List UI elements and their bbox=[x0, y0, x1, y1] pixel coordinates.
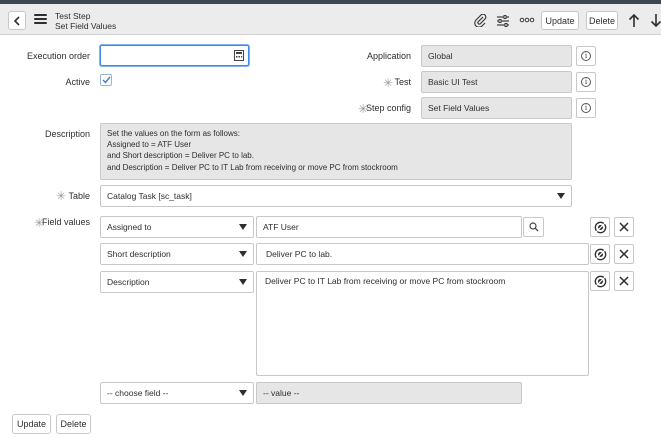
assigned-to-value: ATF User bbox=[263, 222, 299, 232]
dynamic-value-button[interactable] bbox=[590, 271, 610, 291]
field-values-label: Field values bbox=[41, 217, 90, 227]
description-line: and Description = Deliver PC to IT Lab f… bbox=[107, 162, 398, 172]
close-icon bbox=[619, 276, 629, 286]
checkmark-icon bbox=[102, 76, 111, 84]
close-icon bbox=[619, 222, 629, 232]
title-line-2: Set Field Values bbox=[55, 20, 117, 31]
form-header: Test Step Set Field Values Update Delete bbox=[0, 4, 661, 35]
remove-row-button[interactable] bbox=[614, 244, 634, 264]
calculator-icon bbox=[234, 50, 244, 61]
dynamic-value-button[interactable] bbox=[590, 217, 610, 237]
close-icon bbox=[619, 249, 629, 259]
active-checkbox[interactable] bbox=[100, 74, 112, 86]
execution-order-label: Execution order bbox=[26, 51, 90, 61]
dropdown-arrow-icon bbox=[239, 224, 247, 230]
application-info-button[interactable]: i bbox=[576, 46, 596, 66]
description-label: Description bbox=[44, 129, 90, 139]
application-label: Application bbox=[366, 51, 411, 61]
step-config-info-button[interactable]: i bbox=[576, 98, 596, 118]
delete-button[interactable]: Delete bbox=[586, 11, 618, 30]
dropdown-arrow-icon bbox=[239, 390, 247, 396]
page-title: Test Step Set Field Values bbox=[55, 11, 117, 31]
short-description-value: Deliver PC to lab. bbox=[266, 249, 333, 259]
test-field: Basic UI Test bbox=[421, 71, 572, 93]
lookup-button[interactable] bbox=[523, 217, 544, 237]
update-button[interactable]: Update bbox=[541, 11, 579, 30]
dropdown-arrow-icon bbox=[557, 193, 565, 199]
hamburger-menu-icon[interactable] bbox=[34, 14, 47, 24]
table-select[interactable]: Catalog Task [sc_task] bbox=[100, 185, 572, 207]
more-options-icon[interactable] bbox=[519, 13, 535, 27]
required-marker: ✳ bbox=[56, 189, 67, 203]
assigned-to-input[interactable]: ATF User bbox=[256, 216, 522, 238]
description-textarea-value: Deliver PC to IT Lab from receiving or m… bbox=[265, 276, 506, 286]
description-textarea[interactable]: Deliver PC to IT Lab from receiving or m… bbox=[256, 271, 589, 376]
step-config-field: Set Field Values bbox=[421, 97, 572, 119]
test-info-button[interactable]: i bbox=[576, 72, 596, 92]
chevron-left-icon bbox=[13, 15, 20, 26]
choose-field-select[interactable]: -- choose field -- bbox=[100, 382, 254, 404]
search-icon bbox=[528, 222, 538, 232]
data-pill-icon bbox=[594, 248, 606, 260]
info-icon: i bbox=[581, 51, 591, 61]
table-select-value: Catalog Task [sc_task] bbox=[107, 191, 192, 201]
data-pill-icon bbox=[594, 221, 606, 233]
arrow-up-icon[interactable] bbox=[627, 11, 641, 29]
footer-delete-button[interactable]: Delete bbox=[56, 414, 91, 434]
field-select-description[interactable]: Description bbox=[100, 271, 254, 293]
info-icon: i bbox=[581, 77, 591, 87]
table-label: Table bbox=[68, 191, 90, 201]
dropdown-arrow-icon bbox=[239, 279, 247, 285]
dynamic-value-button[interactable] bbox=[590, 244, 610, 264]
new-value-input[interactable]: -- value -- bbox=[256, 382, 522, 404]
execution-order-input[interactable] bbox=[100, 45, 249, 66]
step-config-label: Step config bbox=[365, 103, 411, 113]
short-description-input[interactable]: Deliver PC to lab. bbox=[256, 243, 589, 265]
choose-field-placeholder: -- choose field -- bbox=[107, 388, 169, 398]
required-marker: ✳ bbox=[383, 76, 394, 90]
data-pill-icon bbox=[594, 275, 606, 287]
arrow-down-icon[interactable] bbox=[649, 11, 661, 29]
field-select-short-description[interactable]: Short description bbox=[100, 243, 254, 265]
field-select-value: Short description bbox=[107, 249, 171, 259]
application-field: Global bbox=[421, 45, 572, 67]
info-icon: i bbox=[581, 103, 591, 113]
description-line: Set the values on the form as follows: bbox=[107, 129, 240, 138]
sliders-icon[interactable] bbox=[496, 13, 510, 27]
footer-update-button[interactable]: Update bbox=[12, 414, 51, 434]
test-label: Test bbox=[394, 77, 411, 87]
description-field: Set the values on the form as follows: A… bbox=[100, 123, 572, 180]
field-select-value: Assigned to bbox=[107, 222, 152, 232]
remove-row-button[interactable] bbox=[614, 271, 634, 291]
back-button[interactable] bbox=[8, 11, 26, 30]
active-label: Active bbox=[65, 77, 90, 87]
new-value-placeholder: -- value -- bbox=[263, 388, 300, 398]
description-line: and Short description = Deliver PC to la… bbox=[107, 151, 254, 161]
paperclip-icon[interactable] bbox=[473, 13, 487, 27]
dropdown-arrow-icon bbox=[239, 251, 247, 257]
description-line: Assigned to = ATF User bbox=[107, 140, 192, 150]
field-select-assigned-to[interactable]: Assigned to bbox=[100, 216, 254, 238]
field-select-value: Description bbox=[107, 277, 150, 287]
remove-row-button[interactable] bbox=[614, 217, 634, 237]
